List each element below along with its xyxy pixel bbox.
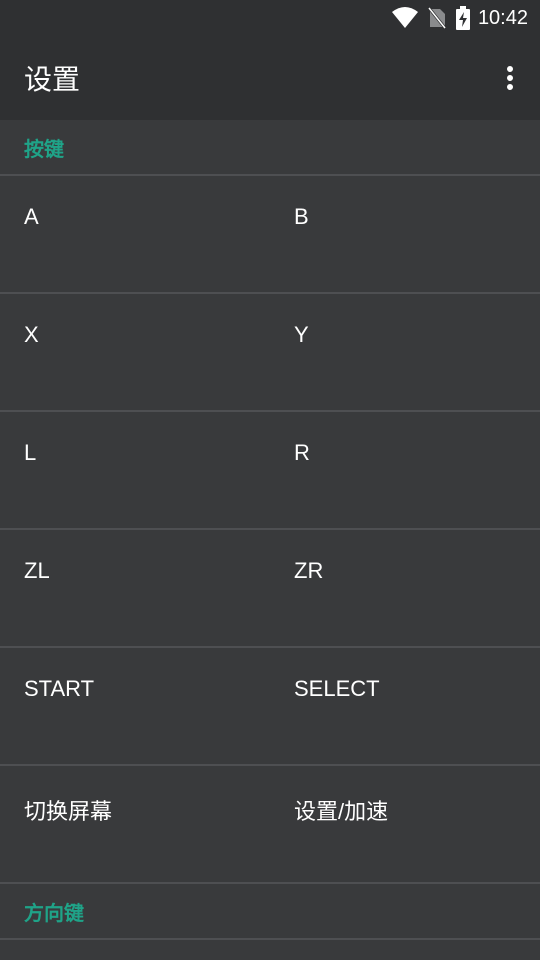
more-vert-icon[interactable] <box>498 62 522 94</box>
key-mapping-start[interactable]: START <box>0 648 270 764</box>
key-mapping-switch-screen[interactable]: 切换屏幕 <box>0 766 270 882</box>
key-mapping-b[interactable]: B <box>270 176 540 292</box>
key-row: A B <box>0 176 540 294</box>
wifi-icon <box>391 7 418 29</box>
section-header-buttons: 按键 <box>0 120 540 176</box>
key-row: ZL ZR <box>0 530 540 648</box>
status-bar: 10:42 <box>0 0 540 36</box>
no-sim-icon <box>427 7 446 29</box>
key-mapping-a[interactable]: A <box>0 176 270 292</box>
page-title: 设置 <box>24 63 81 96</box>
status-time: 10:42 <box>477 6 528 29</box>
key-mapping-l[interactable]: L <box>0 412 270 528</box>
key-mapping-zl[interactable]: ZL <box>0 530 270 646</box>
app-bar: 设置 <box>0 36 540 120</box>
key-row: L R <box>0 412 540 530</box>
key-mapping-r[interactable]: R <box>270 412 540 528</box>
key-mapping-y[interactable]: Y <box>270 294 540 410</box>
key-row: START SELECT <box>0 648 540 766</box>
key-mapping-select[interactable]: SELECT <box>270 648 540 764</box>
key-mapping-settings-speedup[interactable]: 设置/加速 <box>270 766 540 882</box>
section-header-dpad: 方向键 <box>0 884 540 940</box>
key-mapping-zr[interactable]: ZR <box>270 530 540 646</box>
battery-charging-icon <box>455 6 470 30</box>
key-row: X Y <box>0 294 540 412</box>
key-row: 切换屏幕 设置/加速 <box>0 766 540 884</box>
key-mapping-x[interactable]: X <box>0 294 270 410</box>
